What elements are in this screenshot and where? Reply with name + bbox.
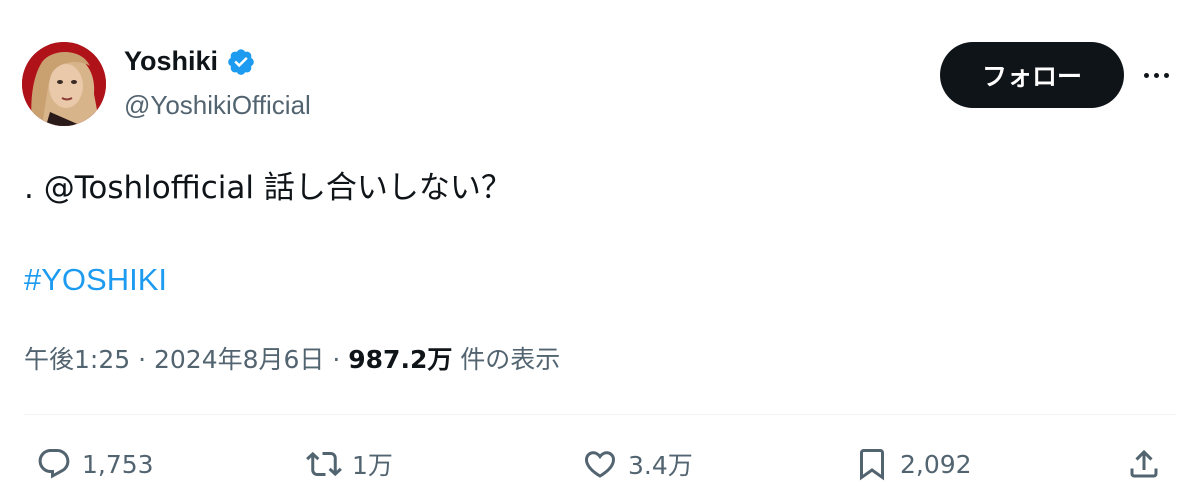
hashtag-link[interactable]: #YOSHIKI <box>24 262 167 298</box>
tweet-text: . @Toshlofficial 話し合いしない？ <box>24 162 512 207</box>
reply-icon <box>38 449 70 479</box>
more-icon[interactable] <box>1138 60 1174 90</box>
tweet-time[interactable]: 午後1:25 <box>24 345 130 374</box>
bookmark-count: 2,092 <box>900 449 972 479</box>
display-name-text[interactable]: Yoshiki <box>124 46 218 77</box>
repost-button[interactable]: 1万 <box>306 440 393 488</box>
follow-button[interactable]: フォロー <box>940 42 1124 108</box>
tweet-body: 話し合いしない？ <box>253 170 512 206</box>
display-name[interactable]: Yoshiki <box>124 46 256 77</box>
reply-count: 1,753 <box>82 449 154 479</box>
reply-button[interactable]: 1,753 <box>36 440 154 488</box>
share-button[interactable] <box>1126 440 1162 488</box>
divider <box>24 414 1176 415</box>
like-button[interactable]: 3.4万 <box>582 440 693 488</box>
like-icon <box>584 451 616 478</box>
tweet-meta: 午後1:25 · 2024年8月6日 · 987.2万 件の表示 <box>24 340 560 376</box>
repost-icon <box>306 451 342 477</box>
bookmark-button[interactable]: 2,092 <box>854 440 972 488</box>
views-label: 件の表示 <box>452 345 561 374</box>
like-count: 3.4万 <box>628 451 693 480</box>
meta-separator: · <box>324 345 349 374</box>
tweet-mention[interactable]: @Toshlofficial <box>44 170 254 206</box>
action-bar: 1,753 1万 3.4万 2,092 <box>0 440 1200 488</box>
meta-separator: · <box>130 345 154 374</box>
share-icon <box>1130 449 1158 478</box>
tweet-date[interactable]: 2024年8月6日 <box>154 345 324 374</box>
tweet-prefix: . <box>24 170 44 206</box>
avatar[interactable] <box>22 42 106 126</box>
user-handle[interactable]: @YoshikiOfficial <box>124 90 311 121</box>
verified-badge-icon[interactable] <box>226 47 256 77</box>
bookmark-icon <box>860 449 884 481</box>
repost-count: 1万 <box>352 451 393 480</box>
avatar-image <box>22 42 106 126</box>
views-count[interactable]: 987.2万 <box>348 345 452 374</box>
